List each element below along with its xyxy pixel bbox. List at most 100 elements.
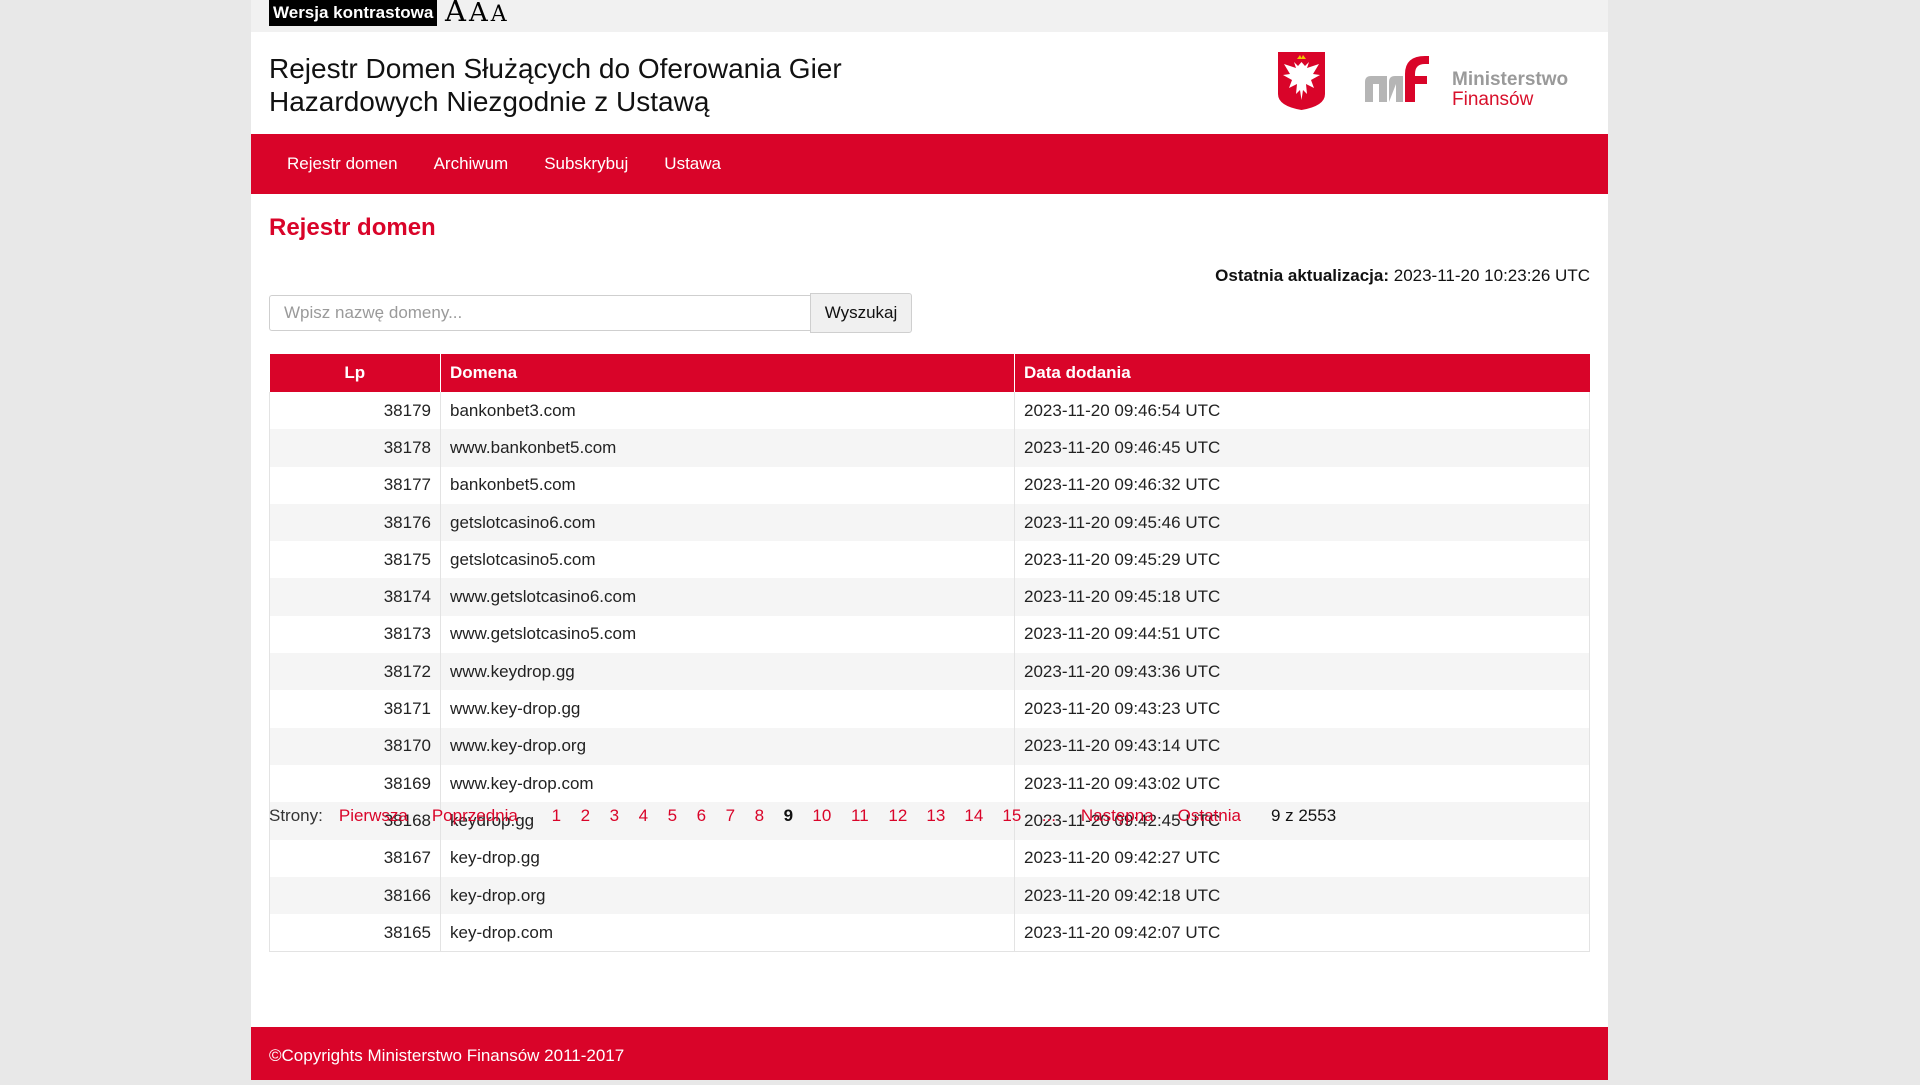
cell-date: 2023-11-20 09:43:14 UTC (1014, 727, 1590, 765)
pagination: Strony: Pierwsza Poprzednia 1 2 3 4 5 6 … (269, 806, 1336, 826)
cell-date: 2023-11-20 09:46:32 UTC (1014, 466, 1590, 504)
cell-domain: key-drop.org (440, 876, 1015, 915)
nav-item-rejestr-domen[interactable]: Rejestr domen (269, 134, 416, 194)
font-size-small-button[interactable]: A (491, 4, 507, 26)
contrast-version-button[interactable]: Wersja kontrastowa (269, 0, 438, 26)
column-header-domena: Domena (440, 354, 1015, 392)
cell-date: 2023-11-20 09:43:02 UTC (1014, 764, 1590, 803)
font-size-large-button[interactable]: A (445, 0, 466, 26)
pagination-page-link[interactable]: 6 (687, 806, 716, 826)
table-header-row: Lp Domena Data dodania (269, 354, 1590, 392)
ministry-name: Ministerstwo Finansów (1452, 70, 1568, 110)
pagination-page-link[interactable]: 3 (600, 806, 629, 826)
cell-date: 2023-11-20 09:45:46 UTC (1014, 503, 1590, 542)
column-header-data-dodania: Data dodania (1014, 354, 1590, 392)
nav-item-subskrybuj[interactable]: Subskrybuj (526, 134, 646, 194)
pagination-page-link[interactable]: 5 (658, 806, 687, 826)
table-row: 38170 www.key-drop.org 2023-11-20 09:43:14… (269, 727, 1590, 765)
pagination-next-link[interactable]: Następna (1081, 806, 1154, 826)
pagination-page-link[interactable]: 15 (993, 806, 1031, 826)
cell-domain: bankonbet3.com (440, 392, 1015, 430)
cell-domain: www.key-drop.org (440, 727, 1015, 765)
table-row: 38178 www.bankonbet5.com 2023-11-20 09:46:… (269, 429, 1590, 467)
page-title: Rejestr domen (269, 214, 436, 241)
cell-lp: 38174 (269, 578, 441, 616)
nav-item-ustawa[interactable]: Ustawa (646, 134, 739, 194)
pagination-page-link[interactable]: 14 (955, 806, 993, 826)
table-row: 38167 key-drop.gg 2023-11-20 09:42:27 UTC (269, 839, 1590, 877)
pagination-prev-link[interactable]: Poprzednia (432, 806, 518, 826)
cell-date: 2023-11-20 09:42:18 UTC (1014, 876, 1590, 915)
accessibility-bar: Wersja kontrastowa A A A (251, 0, 1608, 32)
cell-domain: www.bankonbet5.com (440, 429, 1015, 467)
table-row: 38173 www.getslotcasino5.com 2023-11-20 09… (269, 615, 1590, 654)
last-update-label: Ostatnia aktualizacja: (1215, 266, 1389, 285)
cell-date: 2023-11-20 09:45:18 UTC (1014, 578, 1590, 616)
table-row: 38171 www.key-drop.gg 2023-11-20 09:43:23 … (269, 690, 1590, 728)
column-header-lp: Lp (269, 354, 441, 392)
cell-date: 2023-11-20 09:45:29 UTC (1014, 541, 1590, 579)
cell-lp: 38177 (269, 466, 441, 504)
table-row: 38175 getslotcasino5.com 2023-11-20 09:45:… (269, 541, 1590, 579)
table-row: 38165 key-drop.com 2023-11-20 09:42:07 UTC (269, 914, 1590, 952)
font-size-controls: A A A (445, 0, 507, 26)
pagination-first-link[interactable]: Pierwsza (339, 806, 408, 826)
table-row: 38177 bankonbet5.com 2023-11-20 09:46:32 U… (269, 466, 1590, 504)
cell-date: 2023-11-20 09:43:36 UTC (1014, 653, 1590, 691)
copyright-text: ©Copyrights Ministerstwo Finansów 2011-2… (269, 1046, 625, 1065)
site-header: Rejestr Domen Służących do Oferowania Gi… (251, 32, 1608, 134)
cell-domain: www.keydrop.gg (440, 653, 1015, 691)
cell-date: 2023-11-20 09:42:07 UTC (1014, 914, 1590, 952)
nav-item-archiwum[interactable]: Archiwum (416, 134, 527, 194)
pagination-page-link[interactable]: 13 (917, 806, 955, 826)
cell-lp: 38172 (269, 653, 441, 691)
pagination-page-link[interactable]: 8 (745, 806, 774, 826)
cell-domain: www.key-drop.gg (440, 690, 1015, 728)
pagination-page-link[interactable]: 10 (803, 806, 841, 826)
polish-eagle-emblem-icon[interactable] (1276, 50, 1327, 111)
table-row: 38174 www.getslotcasino6.com 2023-11-20 09… (269, 578, 1590, 616)
page: Wersja kontrastowa A A A Rejestr Domen S… (251, 0, 1608, 1080)
cell-domain: www.getslotcasino6.com (440, 578, 1015, 616)
cell-lp: 38175 (269, 541, 441, 579)
pagination-page-link[interactable]: 12 (879, 806, 917, 826)
last-update: Ostatnia aktualizacja: 2023-11-20 10:23:… (1215, 266, 1590, 286)
cell-domain: getslotcasino6.com (440, 503, 1015, 542)
table-row: 38169 www.key-drop.com 2023-11-20 09:43:02… (269, 764, 1590, 803)
cell-domain: bankonbet5.com (440, 466, 1015, 504)
pagination-current-page: 9 (783, 806, 794, 825)
cell-lp: 38166 (269, 876, 441, 915)
pagination-page-link[interactable]: 11 (841, 806, 879, 826)
site-title[interactable]: Rejestr Domen Służących do Oferowania Gi… (269, 52, 909, 118)
cell-domain: www.getslotcasino5.com (440, 615, 1015, 654)
pagination-ellipsis: ... (1041, 806, 1056, 825)
cell-lp: 38170 (269, 727, 441, 765)
cell-lp: 38178 (269, 429, 441, 467)
pagination-page-link[interactable]: 1 (542, 806, 571, 826)
cell-date: 2023-11-20 09:46:45 UTC (1014, 429, 1590, 467)
cell-lp: 38165 (269, 914, 441, 952)
pagination-page-link[interactable]: 4 (629, 806, 658, 826)
cell-lp: 38179 (269, 392, 441, 430)
search-button[interactable]: Wyszukaj (810, 293, 912, 333)
table-row: 38176 getslotcasino6.com 2023-11-20 09:45:… (269, 503, 1590, 542)
domain-search-input[interactable] (269, 295, 810, 331)
cell-date: 2023-11-20 09:44:51 UTC (1014, 615, 1590, 654)
cell-date: 2023-11-20 09:43:23 UTC (1014, 690, 1590, 728)
pagination-label: Strony: (269, 806, 323, 825)
cell-lp: 38171 (269, 690, 441, 728)
site-footer: ©Copyrights Ministerstwo Finansów 2011-2… (251, 1027, 1608, 1080)
pagination-page-link[interactable]: 2 (571, 806, 600, 826)
font-size-medium-button[interactable]: A (469, 0, 488, 26)
pagination-page-link[interactable]: 7 (716, 806, 745, 826)
pagination-info: 9 z 2553 (1270, 806, 1337, 825)
cell-lp: 38176 (269, 503, 441, 542)
main-nav: Rejestr domen Archiwum Subskrybuj Ustawa (251, 134, 1608, 194)
cell-date: 2023-11-20 09:42:27 UTC (1014, 839, 1590, 877)
domain-register-table: Lp Domena Data dodania 38179 bankonbet3.c… (269, 354, 1590, 952)
cell-date: 2023-11-20 09:46:54 UTC (1014, 392, 1590, 430)
cell-lp: 38167 (269, 839, 441, 877)
cell-domain: getslotcasino5.com (440, 541, 1015, 579)
ministry-name-line2: Finansów (1452, 89, 1534, 110)
pagination-last-link[interactable]: Ostatnia (1178, 806, 1241, 826)
